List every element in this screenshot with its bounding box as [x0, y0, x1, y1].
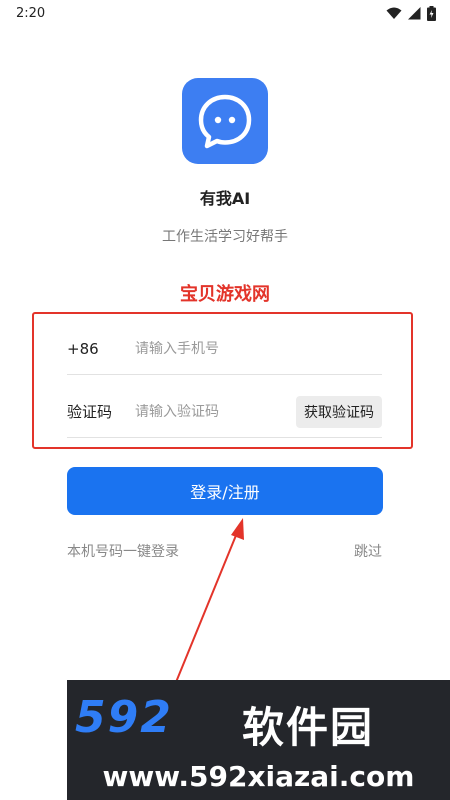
wifi-icon [386, 7, 402, 19]
skip-link[interactable]: 跳过 [354, 541, 382, 561]
login-register-button[interactable]: 登录/注册 [67, 467, 383, 515]
app-slogan: 工作生活学习好帮手 [162, 229, 288, 245]
banner-name: 软件园 [242, 703, 375, 752]
banner-logo: 592 [75, 692, 173, 743]
banner-url: www.592xiazai.com [102, 760, 415, 793]
watermark-banner: 592 软件园 www.592xiazai.com [67, 680, 450, 800]
phone-field-row: +86 [67, 323, 382, 375]
code-field-row: 验证码 获取验证码 [67, 386, 382, 438]
get-code-button[interactable]: 获取验证码 [296, 395, 382, 428]
battery-icon [427, 5, 436, 21]
status-bar: 2:20 [0, 0, 450, 26]
signal-icon [408, 6, 421, 19]
verification-code-input[interactable] [135, 403, 296, 420]
watermark-text: 宝贝游戏网 [180, 284, 270, 305]
chat-bubble-icon [198, 94, 252, 149]
phone-input[interactable] [135, 340, 382, 357]
status-icons [386, 5, 436, 21]
status-time: 2:20 [16, 5, 46, 21]
app-logo [182, 78, 268, 164]
one-click-login-link[interactable]: 本机号码一键登录 [67, 541, 179, 561]
country-code-label: +86 [67, 339, 99, 358]
code-label: 验证码 [67, 403, 113, 421]
app-name: 有我AI [199, 189, 251, 208]
